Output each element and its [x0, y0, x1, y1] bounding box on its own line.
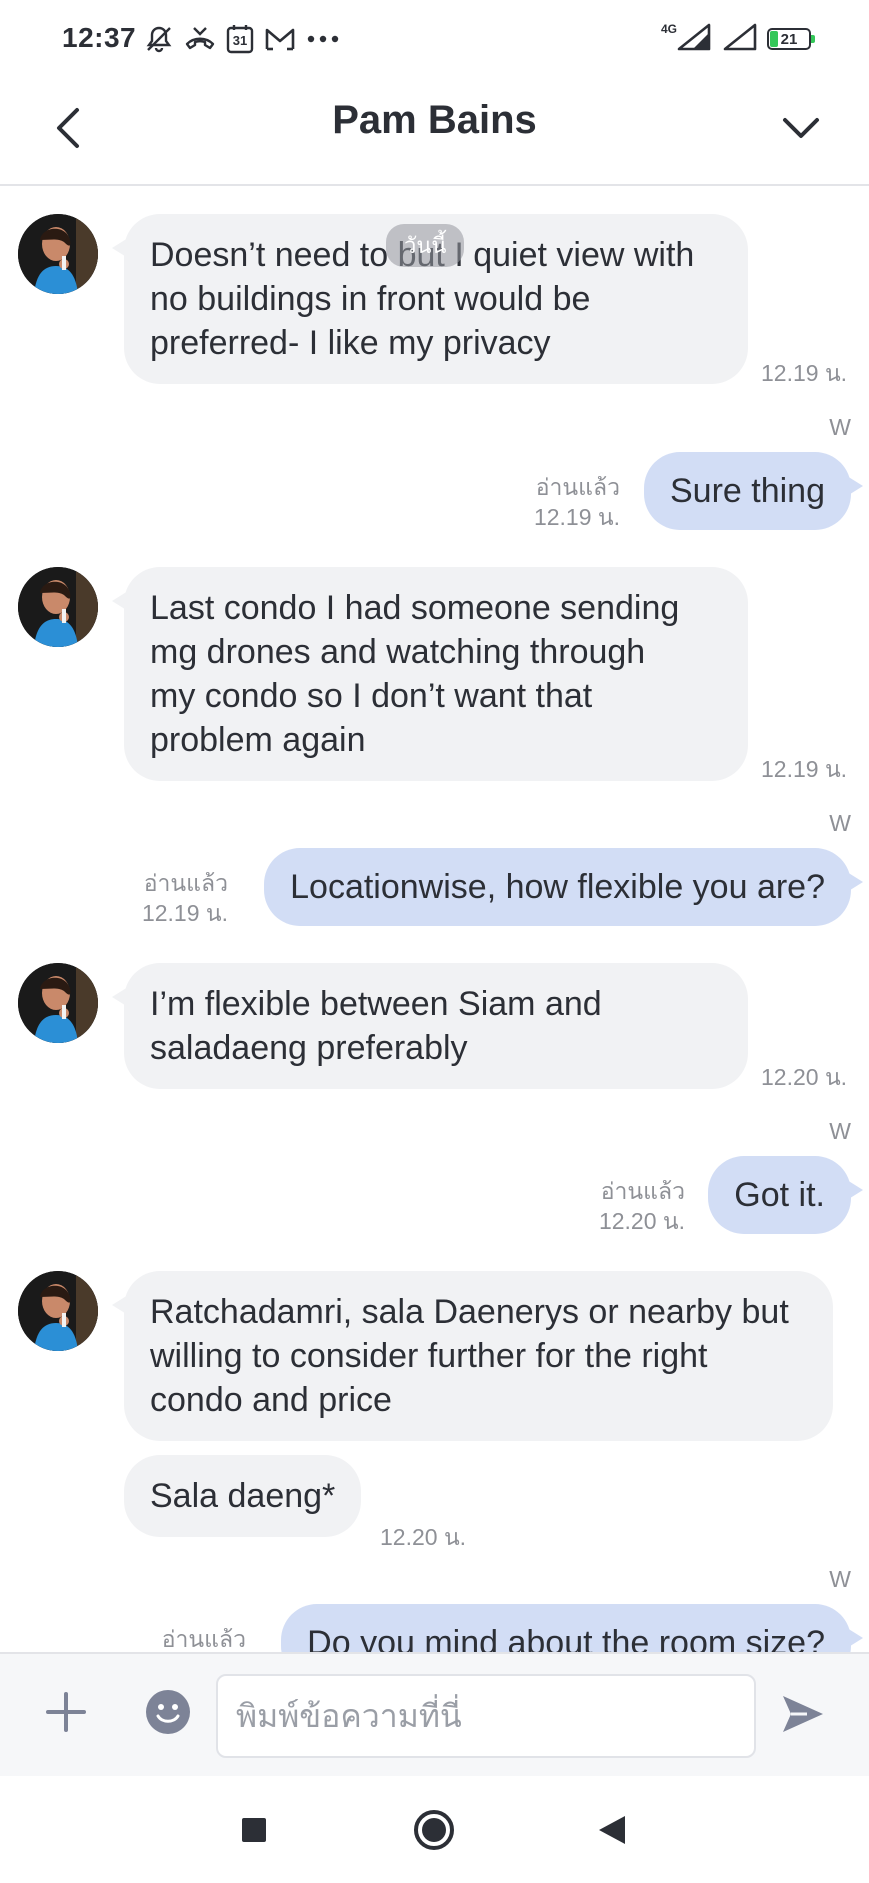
send-button[interactable]	[773, 1684, 833, 1744]
message-time: 12.19 น.	[761, 360, 848, 386]
message-meta: อ่านแล้ว 12.20 น.	[599, 1176, 685, 1236]
chat-header: Pam Bains	[0, 78, 869, 186]
notifications-off-icon	[144, 24, 174, 54]
gmail-icon	[264, 25, 296, 53]
chat-area[interactable]: Doesn’t need to but I quiet view with no…	[0, 186, 869, 1652]
outgoing-message[interactable]: Sure thing	[644, 452, 863, 530]
status-icons-right: 4G 21	[660, 22, 815, 56]
add-attachment-button[interactable]	[38, 1684, 94, 1740]
contact-photo	[18, 1271, 98, 1351]
home-icon	[414, 1810, 454, 1850]
avatar[interactable]	[18, 214, 98, 294]
input-bar	[0, 1652, 869, 1776]
message-text: Sure thing	[670, 472, 825, 510]
status-time: 12:37	[62, 22, 137, 53]
message-meta: อ่านแล้ว 12.19 น.	[142, 868, 228, 928]
chevron-down-icon	[783, 118, 819, 138]
network-label: 4G	[660, 22, 677, 36]
message-text: I’m flexible between Siam and saladaeng …	[150, 985, 602, 1067]
smiley-icon	[146, 1690, 190, 1734]
sender-mark: W	[829, 810, 851, 836]
send-icon	[783, 1696, 823, 1732]
chat-menu-button[interactable]	[771, 98, 831, 158]
read-status: อ่านแล้ว	[535, 474, 620, 500]
outgoing-message[interactable]: Locationwise, how flexible you are?	[264, 848, 863, 926]
message-time: 12.19 น.	[141, 900, 228, 926]
back-icon	[599, 1816, 625, 1844]
date-chip: วันนี้	[386, 224, 465, 267]
read-status: อ่านแล้ว	[161, 1626, 246, 1652]
message-text: Sala daeng*	[150, 1477, 336, 1515]
contact-photo	[18, 963, 98, 1043]
contact-photo	[18, 567, 98, 647]
contact-photo	[18, 214, 98, 294]
calendar-day: 31	[232, 33, 248, 48]
message-text: Last condo I had someone sending mg dron…	[150, 589, 680, 759]
back-nav-button[interactable]	[584, 1802, 640, 1858]
battery-level: 21	[780, 30, 798, 48]
outgoing-message[interactable]: Got it.	[708, 1156, 863, 1234]
message-time: 12.19 น.	[761, 756, 848, 782]
battery-icon: 21	[767, 28, 815, 50]
avatar[interactable]	[18, 567, 98, 647]
incoming-message[interactable]: Ratchadamri, sala Daenerys or nearby but…	[112, 1271, 833, 1441]
outgoing-message[interactable]: Do you mind about the room size?	[281, 1604, 863, 1652]
recent-apps-icon	[242, 1818, 266, 1842]
message-time: 12.20 น.	[380, 1524, 467, 1550]
signal-icon	[675, 23, 711, 56]
signal-icon-2	[721, 23, 757, 56]
message-time: 12.20 น.	[598, 1208, 685, 1234]
message-text: Locationwise, how flexible you are?	[290, 868, 825, 906]
chat-title: Pam Bains	[332, 98, 537, 142]
system-nav-bar	[0, 1776, 869, 1883]
message-time: 12.20 น.	[761, 1064, 848, 1090]
message-meta: อ่านแล้ว	[162, 1624, 246, 1652]
message-input[interactable]	[216, 1674, 756, 1758]
incoming-message[interactable]: I’m flexible between Siam and saladaeng …	[112, 963, 748, 1089]
message-meta: อ่านแล้ว 12.19 น.	[534, 472, 620, 532]
sender-mark: W	[829, 1566, 851, 1592]
sender-mark: W	[829, 1118, 851, 1144]
plus-icon	[46, 1692, 86, 1732]
message-time: 12.19 น.	[533, 504, 620, 530]
message-text: Got it.	[734, 1176, 825, 1214]
status-bar: 12:37 31 4G 21	[0, 0, 869, 78]
incoming-message[interactable]: Last condo I had someone sending mg dron…	[112, 567, 748, 781]
recent-apps-button[interactable]	[226, 1802, 282, 1858]
message-text: Ratchadamri, sala Daenerys or nearby but…	[150, 1293, 789, 1419]
status-icons-left: 31	[144, 22, 340, 56]
read-status: อ่านแล้ว	[600, 1178, 685, 1204]
read-status: อ่านแล้ว	[143, 870, 228, 896]
missed-call-icon	[184, 24, 216, 54]
avatar[interactable]	[18, 963, 98, 1043]
home-button[interactable]	[406, 1802, 462, 1858]
sender-mark: W	[829, 414, 851, 440]
avatar[interactable]	[18, 1271, 98, 1351]
message-text: Do you mind about the room size?	[307, 1624, 825, 1652]
emoji-button[interactable]	[142, 1686, 194, 1738]
calendar-icon: 31	[226, 24, 254, 54]
more-dots-icon	[306, 34, 340, 44]
incoming-message[interactable]: Sala daeng*	[124, 1455, 362, 1537]
